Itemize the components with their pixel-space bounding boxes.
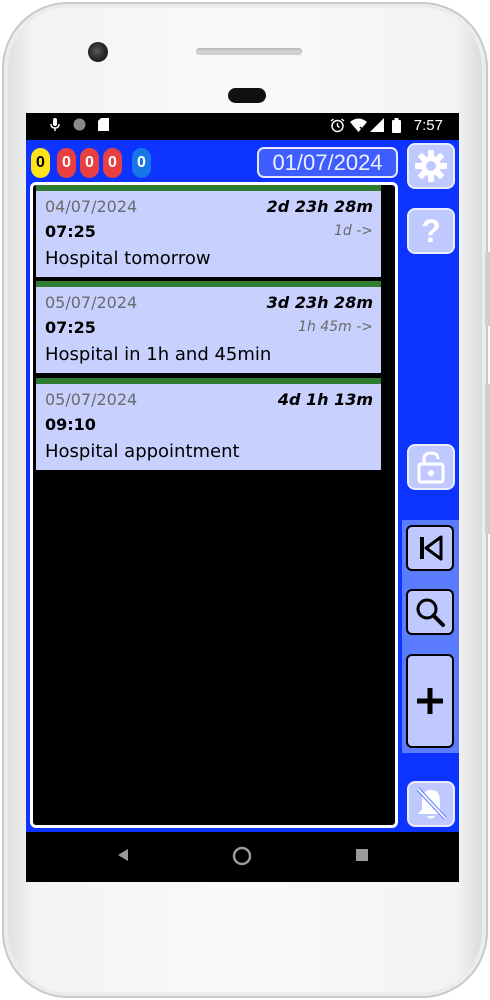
signal-icon xyxy=(369,118,384,133)
recents-icon[interactable] xyxy=(355,848,369,862)
mute-alarms-button[interactable] xyxy=(407,781,455,827)
alarm-icon xyxy=(330,118,345,133)
proximity-sensor xyxy=(228,88,266,103)
question-icon: ? xyxy=(421,213,441,249)
counter-blue[interactable]: 0 xyxy=(132,148,151,178)
counter-red-1[interactable]: 0 xyxy=(57,148,76,178)
lock-icon xyxy=(417,451,445,484)
search-icon xyxy=(416,598,445,627)
appointment-date: 05/07/2024 xyxy=(45,293,138,312)
appointment-list: 04/07/2024 2d 23h 28m 07:25 1d -> Hospit… xyxy=(30,182,398,828)
circle-icon xyxy=(72,118,86,133)
back-icon[interactable] xyxy=(116,848,130,862)
appointment-card[interactable]: 05/07/2024 3d 23h 28m 07:25 1h 45m -> Ho… xyxy=(36,281,381,373)
status-time: 7:57 xyxy=(413,117,443,134)
settings-button[interactable] xyxy=(407,143,455,189)
jump-to-start-button[interactable] xyxy=(406,525,454,571)
appointment-time: 07:25 xyxy=(45,318,96,337)
appointment-card[interactable]: 04/07/2024 2d 23h 28m 07:25 1d -> Hospit… xyxy=(36,185,381,277)
appointment-remaining: 3d 23h 28m xyxy=(266,293,373,312)
current-date-button[interactable]: 01/07/2024 xyxy=(257,147,398,178)
volume-button xyxy=(485,384,490,534)
appointment-time: 09:10 xyxy=(45,415,96,434)
wifi-icon xyxy=(349,118,367,133)
side-panel xyxy=(402,520,459,753)
help-button[interactable]: ? xyxy=(407,208,455,254)
appointment-title: Hospital in 1h and 45min xyxy=(45,344,272,365)
counter-red-3[interactable]: 0 xyxy=(103,148,122,178)
phone-screen: 7:57 0 0 0 0 0 01/07/2024 ? 04/07/2024 2… xyxy=(26,113,459,882)
app-area: 0 0 0 0 0 01/07/2024 ? 04/07/2024 2d 23h… xyxy=(26,140,459,832)
counter-yellow[interactable]: 0 xyxy=(31,148,50,178)
skip-back-icon xyxy=(420,535,443,561)
microphone-icon xyxy=(48,118,62,133)
search-button[interactable] xyxy=(406,589,454,635)
earpiece-speaker xyxy=(196,48,302,55)
appointment-remaining: 4d 1h 13m xyxy=(277,390,373,409)
appointment-repeat: 1d -> xyxy=(333,223,373,239)
add-appointment-button[interactable] xyxy=(406,654,454,748)
appointment-title: Hospital tomorrow xyxy=(45,248,211,269)
navigation-bar xyxy=(26,832,459,882)
appointment-card[interactable]: 05/07/2024 4d 1h 13m 09:10 Hospital appo… xyxy=(36,378,381,470)
appointment-date: 05/07/2024 xyxy=(45,390,138,409)
bell-off-icon xyxy=(416,787,447,820)
gear-icon xyxy=(415,150,447,182)
sd-card-icon xyxy=(96,118,110,133)
counter-red-2[interactable]: 0 xyxy=(80,148,99,178)
front-camera xyxy=(88,42,108,62)
battery-icon xyxy=(390,118,404,133)
home-icon[interactable] xyxy=(232,846,252,866)
appointment-remaining: 2d 23h 28m xyxy=(266,197,373,216)
appointment-title: Hospital appointment xyxy=(45,441,240,462)
status-bar: 7:57 xyxy=(26,113,459,140)
power-button xyxy=(485,252,490,326)
lock-button[interactable] xyxy=(407,444,455,490)
appointment-repeat: 1h 45m -> xyxy=(298,319,373,335)
appointment-date: 04/07/2024 xyxy=(45,197,138,216)
plus-icon xyxy=(417,688,443,714)
appointment-time: 07:25 xyxy=(45,222,96,241)
